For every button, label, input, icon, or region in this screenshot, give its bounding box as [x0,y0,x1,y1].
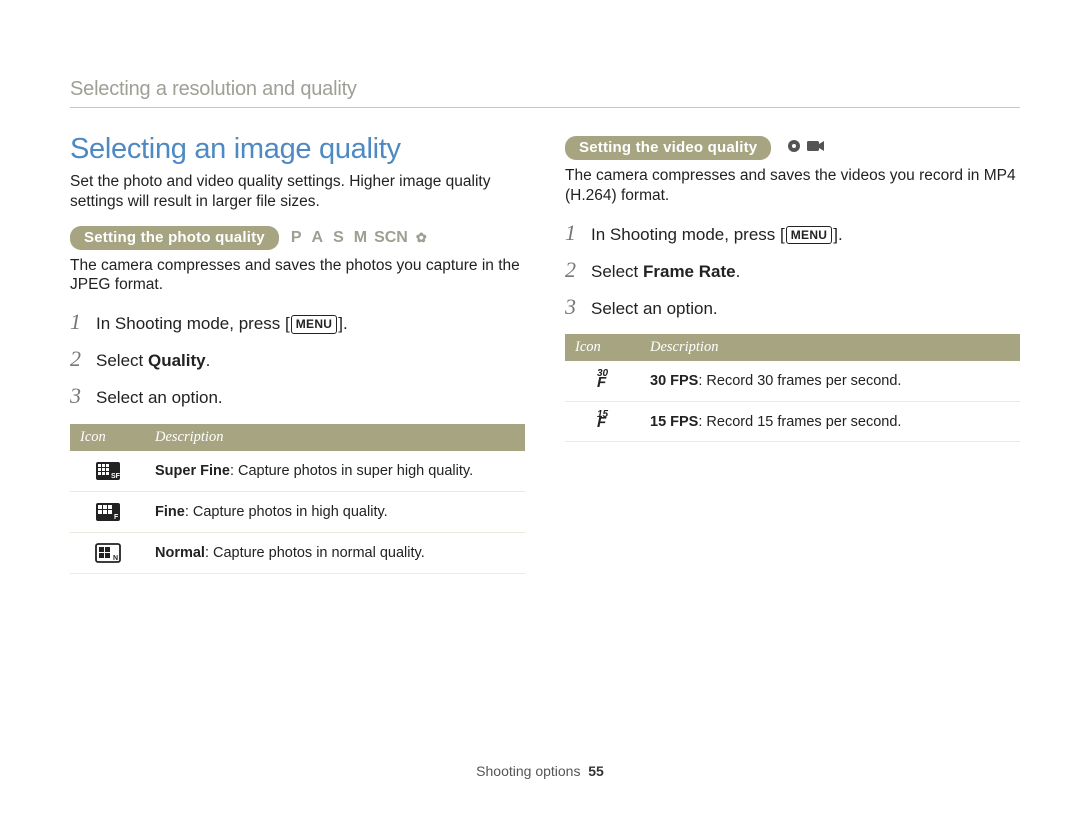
photo-desc: The camera compresses and saves the phot… [70,256,525,296]
step-number: 1 [565,220,591,246]
step-text: Select Quality. [96,350,210,373]
photo-step-1: 1 In Shooting mode, press [MENU]. [70,309,525,336]
mode-p-icon: P [291,229,304,247]
step-text: Select Frame Rate. [591,261,740,284]
video-pill-row: Setting the video quality [565,136,1020,160]
photo-pill-row: Setting the photo quality P A S M SCN ✿ [70,226,525,250]
video-step-1: 1 In Shooting mode, press [MENU]. [565,220,1020,247]
table-cell-desc: Fine: Capture photos in high quality. [145,492,525,533]
menu-icon: MENU [291,315,338,333]
table-header-row: Icon Description [565,334,1020,361]
table-cell-desc: 30 FPS: Record 30 frames per second. [640,361,1020,401]
video-fps-table: Icon Description 30F 30 FPS: Record 30 f… [565,334,1020,442]
columns: Selecting an image quality Set the photo… [70,133,1020,574]
step-number: 1 [70,309,96,335]
step2-suffix: . [736,262,741,281]
step1-prefix: In Shooting mode, press [ [96,314,290,333]
header-icon: Icon [565,334,640,361]
step-text: Select an option. [96,387,223,410]
step2-bold: Frame Rate [643,262,736,281]
section-title: Selecting an image quality [70,133,525,166]
normal-icon: N [70,533,145,574]
row-bold: Super Fine [155,463,230,479]
mode-icons: P A S M SCN ✿ [291,229,429,247]
mode-flower-icon: ✿ [416,230,429,246]
step-number: 2 [70,346,96,372]
row-rest: : Record 15 frames per second. [698,414,901,430]
row-rest: : Capture photos in high quality. [185,504,388,520]
photo-step-2: 2 Select Quality. [70,346,525,373]
row-bold: 30 FPS [650,373,698,389]
video-camera-icon [807,139,825,157]
video-step-2: 2 Select Frame Rate. [565,257,1020,284]
footer-label: Shooting options [476,763,580,779]
step-number: 2 [565,257,591,283]
row-rest: : Record 30 frames per second. [698,373,901,389]
header-desc: Description [145,424,525,451]
footer: Shooting options 55 [0,763,1080,779]
page: Selecting a resolution and quality Selec… [0,0,1080,815]
breadcrumb: Selecting a resolution and quality [70,78,1020,108]
step2-prefix: Select [591,262,643,281]
step2-prefix: Select [96,351,148,370]
table-cell-desc: 15 FPS: Record 15 frames per second. [640,401,1020,442]
table-row: SF Super Fine: Capture photos in super h… [70,451,525,492]
video-desc: The camera compresses and saves the vide… [565,166,1020,206]
page-number: 55 [588,763,604,779]
fps-30-icon: 30F [565,361,640,401]
fps-15-icon: 15F [565,401,640,442]
photo-steps: 1 In Shooting mode, press [MENU]. 2 Sele… [70,309,525,410]
video-mode-icons [787,139,825,158]
step1-prefix: In Shooting mode, press [ [591,225,785,244]
step2-bold: Quality [148,351,206,370]
header-icon: Icon [70,424,145,451]
header-desc: Description [640,334,1020,361]
svg-text:N: N [113,555,118,562]
step-text: In Shooting mode, press [MENU]. [591,224,843,247]
table-row: N Normal: Capture photos in normal quali… [70,533,525,574]
step1-suffix: ]. [833,225,842,244]
row-bold: Fine [155,504,185,520]
table-cell-desc: Normal: Capture photos in normal quality… [145,533,525,574]
svg-text:F: F [114,514,119,521]
row-bold: Normal [155,545,205,561]
mode-s-icon: S [333,229,346,247]
step-number: 3 [565,294,591,320]
table-cell-desc: Super Fine: Capture photos in super high… [145,451,525,492]
row-rest: : Capture photos in super high quality. [230,463,473,479]
table-row: 30F 30 FPS: Record 30 frames per second. [565,361,1020,401]
step-text: In Shooting mode, press [MENU]. [96,313,348,336]
menu-icon: MENU [786,226,833,244]
step-text: Select an option. [591,298,718,321]
mode-scn-icon: SCN [374,229,408,247]
fine-icon: F [70,492,145,533]
svg-text:SF: SF [111,473,121,480]
video-pill: Setting the video quality [565,136,771,160]
table-header-row: Icon Description [70,424,525,451]
video-steps: 1 In Shooting mode, press [MENU]. 2 Sele… [565,220,1020,321]
row-bold: 15 FPS [650,414,698,430]
video-step-3: 3 Select an option. [565,294,1020,321]
mode-a-icon: A [312,229,326,247]
right-column: Setting the video quality The camera com… [565,133,1020,574]
table-row: F Fine: Capture photos in high quality. [70,492,525,533]
row-rest: : Capture photos in normal quality. [205,545,425,561]
photo-pill: Setting the photo quality [70,226,279,250]
table-row: 15F 15 FPS: Record 15 frames per second. [565,401,1020,442]
left-column: Selecting an image quality Set the photo… [70,133,525,574]
flower-icon [787,139,801,158]
step2-suffix: . [206,351,211,370]
step1-suffix: ]. [338,314,347,333]
photo-quality-table: Icon Description SF Super Fine: Capture … [70,424,525,574]
super-fine-icon: SF [70,451,145,492]
step-number: 3 [70,383,96,409]
photo-step-3: 3 Select an option. [70,383,525,410]
mode-m-icon: M [354,229,369,247]
intro-text: Set the photo and video quality settings… [70,172,525,212]
